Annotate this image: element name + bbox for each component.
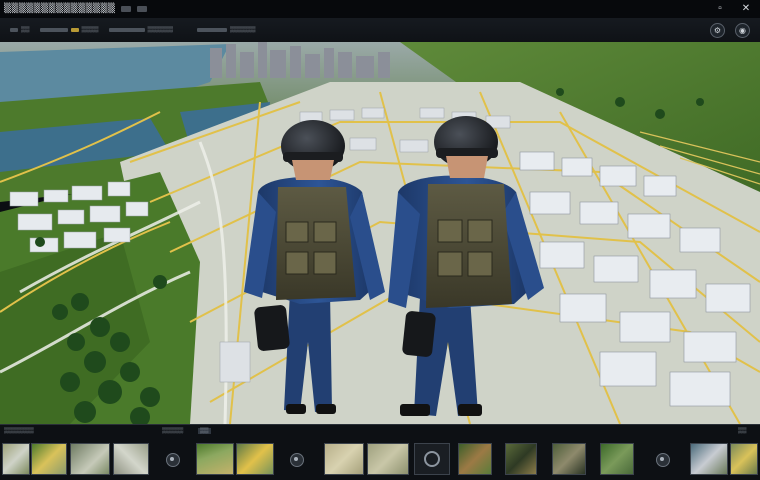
filmstrip-label: ▒▒▒▒▒▒▒ bbox=[4, 428, 34, 434]
toolbar-bar-accent bbox=[70, 28, 79, 32]
soldier-right-neck bbox=[446, 156, 488, 178]
toolbar-item[interactable]: ▒▒▒▒▒▒ bbox=[108, 27, 174, 33]
soldier-right-bag bbox=[402, 311, 436, 357]
thumbnail[interactable] bbox=[70, 443, 110, 475]
thumbnail[interactable] bbox=[2, 443, 30, 475]
thumbnail[interactable] bbox=[690, 443, 728, 475]
toolbar-bar bbox=[10, 28, 18, 32]
thumbnail-row bbox=[0, 441, 760, 479]
toolbar-item-label: ▒▒▒▒▒▒ bbox=[230, 27, 256, 33]
soldier-left-vest bbox=[276, 187, 356, 300]
aerial-scene bbox=[0, 42, 760, 424]
thumbnail[interactable] bbox=[31, 443, 67, 475]
soldier-right-boot bbox=[400, 404, 430, 416]
camera-icon[interactable]: ◉ bbox=[735, 23, 750, 38]
thumbnail-selected[interactable] bbox=[414, 443, 450, 475]
soldier-left-boot bbox=[286, 404, 306, 414]
toolbar-bar bbox=[108, 28, 145, 32]
thumbnail[interactable] bbox=[552, 443, 586, 475]
filmstrip-badge: ▒▒ bbox=[198, 428, 211, 434]
title-bar: ▒▒▒▒▒▒▒▒▒▒▒▒▒▒▒ ▫ ✕ bbox=[0, 0, 760, 18]
settings-icon[interactable]: ⚙ bbox=[710, 23, 725, 38]
playback-control[interactable] bbox=[656, 453, 670, 467]
playback-control[interactable] bbox=[290, 453, 304, 467]
toolbar-item-label: ▒▒▒▒▒▒ bbox=[147, 27, 174, 33]
filmstrip: ▒▒▒▒▒▒▒ ▒▒▒▒▒ ▒▒ ▒▒ bbox=[0, 424, 760, 480]
target-icon bbox=[424, 451, 440, 467]
soldier-left-boot bbox=[316, 404, 336, 414]
filmstrip-label: ▒▒ bbox=[738, 428, 747, 434]
soldier-right-vest bbox=[426, 184, 512, 308]
thumbnail[interactable] bbox=[324, 443, 364, 475]
toolbar-item[interactable]: ▒▒▒▒ bbox=[39, 27, 99, 33]
title-tag bbox=[137, 6, 148, 12]
minimize-icon[interactable]: ▫ bbox=[714, 2, 726, 14]
playback-control[interactable] bbox=[166, 453, 180, 467]
toolbar: ▒▒ ▒▒▒▒ ▒▒▒▒▒▒ ▒▒▒▒▒▒ ⚙ ◉ bbox=[0, 18, 760, 43]
soldier-left-neck bbox=[292, 160, 334, 180]
thumbnail[interactable] bbox=[505, 443, 537, 475]
thumbnail[interactable] bbox=[458, 443, 492, 475]
game-viewport[interactable] bbox=[0, 42, 760, 424]
thumbnail[interactable] bbox=[196, 443, 234, 475]
close-icon[interactable]: ✕ bbox=[740, 2, 752, 14]
filmstrip-label: ▒▒▒▒▒ bbox=[162, 428, 184, 434]
game-window: ▒▒▒▒▒▒▒▒▒▒▒▒▒▒▒ ▫ ✕ ▒▒ ▒▒▒▒ ▒▒▒▒▒▒ ▒▒▒▒▒… bbox=[0, 0, 760, 480]
app-title: ▒▒▒▒▒▒▒▒▒▒▒▒▒▒▒ bbox=[4, 4, 116, 14]
thumbnail[interactable] bbox=[113, 443, 149, 475]
toolbar-bar bbox=[197, 28, 228, 32]
soldier-right-boot bbox=[458, 404, 482, 416]
toolbar-item[interactable]: ▒▒▒▒▒▒ bbox=[197, 27, 256, 33]
thumbnail[interactable] bbox=[730, 443, 758, 475]
toolbar-item[interactable]: ▒▒ bbox=[10, 27, 30, 33]
toolbar-item-label: ▒▒ bbox=[21, 27, 30, 33]
thumbnail[interactable] bbox=[236, 443, 274, 475]
toolbar-bar bbox=[39, 28, 68, 32]
thumbnail[interactable] bbox=[600, 443, 634, 475]
toolbar-item-label: ▒▒▒▒ bbox=[81, 27, 99, 33]
soldier-left-bag bbox=[254, 305, 290, 351]
title-tag bbox=[121, 6, 132, 12]
thumbnail[interactable] bbox=[367, 443, 409, 475]
